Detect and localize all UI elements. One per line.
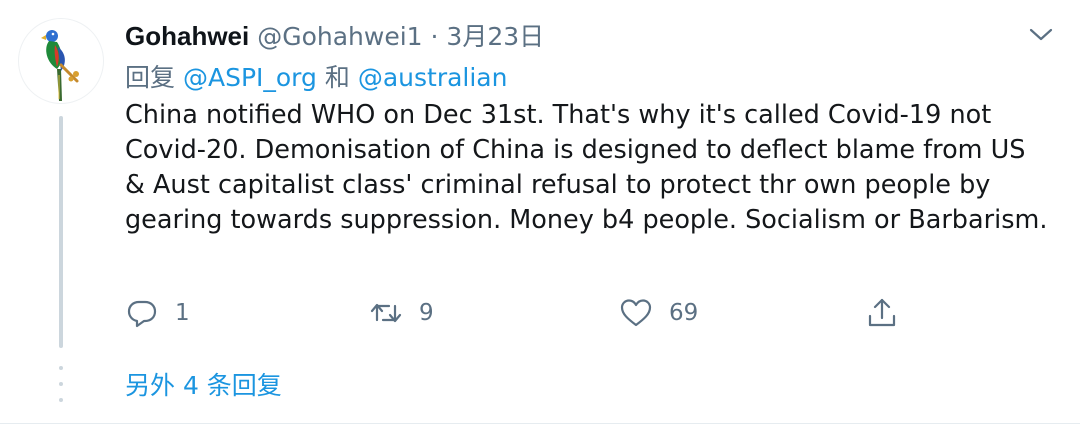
parrot-avatar-icon: [41, 30, 79, 101]
retweet-button[interactable]: 9: [369, 292, 434, 334]
avatar[interactable]: [18, 18, 104, 104]
thread-dots: [59, 366, 63, 406]
like-count: 69: [669, 300, 699, 326]
tweet-header: Gohahwei @Gohahwei1 · 3月23日: [125, 18, 544, 54]
tweet-date[interactable]: 3月23日: [446, 22, 544, 51]
mention-link[interactable]: @australian: [358, 63, 508, 92]
heart-icon: [620, 299, 652, 327]
share-button[interactable]: [865, 292, 899, 334]
reply-icon: [127, 300, 157, 328]
chevron-down-icon[interactable]: [1026, 20, 1056, 50]
display-name[interactable]: Gohahwei: [125, 21, 249, 51]
user-handle[interactable]: @Gohahwei1: [257, 22, 422, 51]
retweet-icon: [370, 303, 402, 323]
divider: [0, 423, 1080, 424]
reply-prefix: 回复: [125, 63, 176, 92]
show-more-replies-link[interactable]: 另外 4 条回复: [125, 366, 282, 406]
like-button[interactable]: 69: [619, 292, 698, 334]
share-icon: [868, 298, 896, 327]
tweet[interactable]: Gohahwei @Gohahwei1 · 3月23日 回复 @ASPI_org…: [0, 0, 1080, 425]
replying-to: 回复 @ASPI_org 和 @australian: [125, 60, 507, 96]
separator: ·: [430, 22, 439, 51]
tweet-text: China notified WHO on Dec 31st. That's w…: [125, 100, 1048, 235]
mention-link[interactable]: @ASPI_org: [183, 63, 317, 92]
reply-conjunction: 和: [324, 63, 350, 92]
reply-count: 1: [175, 300, 190, 326]
reply-button[interactable]: 1: [125, 292, 190, 334]
retweet-count: 9: [419, 300, 434, 326]
tweet-actions: 1 9 69: [125, 292, 1025, 334]
thread-line: [59, 116, 63, 348]
